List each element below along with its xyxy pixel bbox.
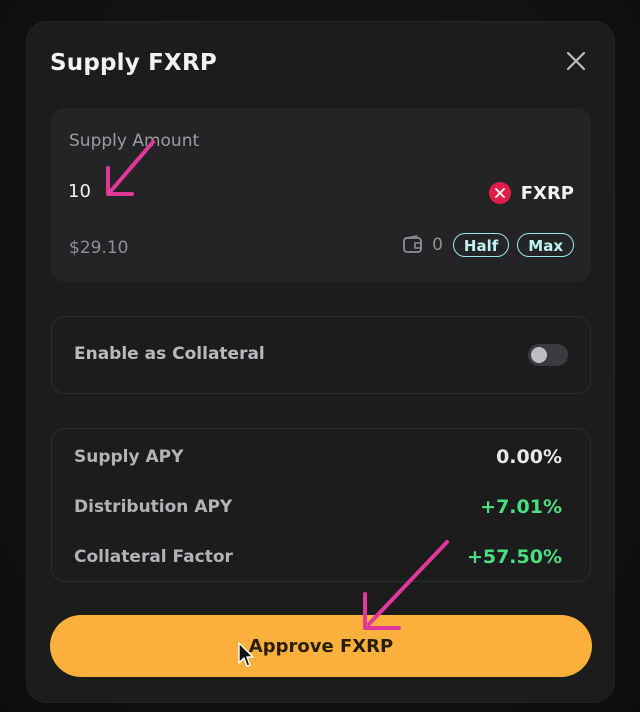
stats-card: Supply APY 0.00% Distribution APY +7.01%… [51,428,591,582]
collateral-card: Enable as Collateral [51,316,591,394]
token-symbol: FXRP [520,182,574,204]
wallet-balance: 0 Half Max [402,233,574,257]
wallet-icon [402,234,424,256]
supply-modal: Supply FXRP Supply Amount FXRP $29.10 [27,22,614,702]
collateral-toggle[interactable] [528,344,568,366]
wallet-balance-value: 0 [432,235,443,255]
stat-row-supply-apy: Supply APY 0.00% [74,446,562,468]
approve-button[interactable]: Approve FXRP [50,615,592,677]
toggle-knob [531,347,547,363]
supply-apy-label: Supply APY [74,447,184,467]
supply-amount-card: Supply Amount FXRP $29.10 0 Half Max [51,108,591,282]
max-button[interactable]: Max [517,233,574,257]
token-selector: FXRP [488,182,574,204]
close-icon[interactable] [563,48,589,74]
fxrp-token-icon [488,182,511,204]
stat-row-distribution-apy: Distribution APY +7.01% [74,496,562,518]
distribution-apy-value: +7.01% [480,496,562,518]
half-button[interactable]: Half [452,233,510,257]
collateral-label: Enable as Collateral [74,344,265,364]
amount-input[interactable] [68,181,368,202]
supply-apy-value: 0.00% [496,446,562,468]
modal-title: Supply FXRP [50,50,217,76]
usd-value: $29.10 [69,238,129,258]
collateral-factor-label: Collateral Factor [74,547,233,567]
stat-row-collateral-factor: Collateral Factor +57.50% [74,546,562,568]
distribution-apy-label: Distribution APY [74,497,233,517]
supply-amount-label: Supply Amount [69,131,200,151]
collateral-factor-value: +57.50% [466,546,562,568]
